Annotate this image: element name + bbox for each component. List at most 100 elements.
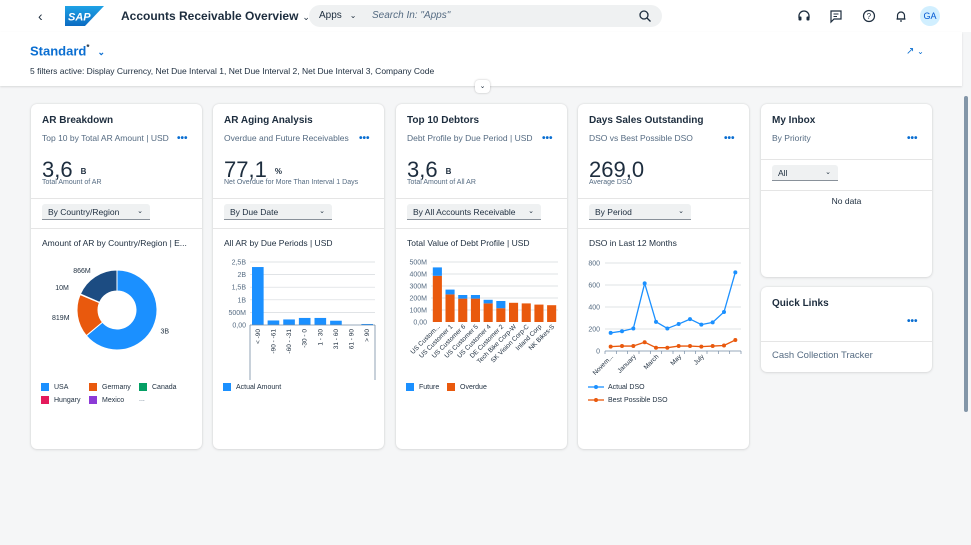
legend-item-actual-dso[interactable]: Actual DSO xyxy=(588,383,645,391)
point-best-possible-dso[interactable] xyxy=(654,345,658,350)
bar-overdue-tech-bike-corp-w[interactable] xyxy=(509,302,519,322)
point-actual-dso[interactable] xyxy=(620,329,624,334)
more-options-icon[interactable]: ••• xyxy=(907,133,918,144)
bar-future-us-customer-6[interactable] xyxy=(458,295,468,299)
point-actual-dso[interactable] xyxy=(733,270,738,275)
point-best-possible-dso[interactable] xyxy=(608,344,613,349)
help-icon[interactable]: ? xyxy=(861,8,877,24)
bar-overdue-sk-vision-corp-c[interactable] xyxy=(521,303,531,322)
point-actual-dso[interactable] xyxy=(699,322,704,327)
search-scope-select[interactable]: Apps ⌄ xyxy=(319,10,357,21)
bar-overdue-us-custom[interactable] xyxy=(432,275,442,322)
point-actual-dso[interactable] xyxy=(688,317,692,322)
bar-overdue-us-customer-5[interactable] xyxy=(470,298,480,322)
collapse-header-button[interactable]: ⌄ xyxy=(475,80,490,93)
feedback-icon[interactable] xyxy=(828,8,844,24)
donut-chart[interactable]: 3B 819M 10M 866M xyxy=(31,254,202,364)
point-actual-dso[interactable] xyxy=(608,330,613,335)
point-actual-dso[interactable] xyxy=(631,326,636,331)
bar-overdue-nk-bikes-s[interactable] xyxy=(547,305,557,322)
user-avatar[interactable]: GA xyxy=(920,6,940,26)
point-best-possible-dso[interactable] xyxy=(665,345,670,350)
bar-90-61[interactable] xyxy=(267,320,280,325)
legend-more[interactable]: ... xyxy=(139,396,145,403)
legend-item-mexico[interactable]: Mexico xyxy=(89,396,124,404)
bar-future-us-custom[interactable] xyxy=(432,267,442,276)
card-ar-breakdown[interactable]: AR Breakdown Top 10 by Total AR Amount |… xyxy=(31,104,202,449)
x-tick-label: Novem... xyxy=(592,353,615,376)
legend-label: Overdue xyxy=(460,383,487,391)
divider xyxy=(396,228,567,229)
quick-link-cash-collection-tracker[interactable]: Cash Collection Tracker xyxy=(772,350,873,361)
point-actual-dso[interactable] xyxy=(676,322,681,327)
point-best-possible-dso[interactable] xyxy=(620,344,624,349)
variant-management[interactable]: Standard* ⌄ xyxy=(30,43,105,58)
debtors-stacked-bar-chart[interactable]: 0,00100M200M300M400M500MUS Custom...US C… xyxy=(396,252,567,380)
legend-item-canada[interactable]: Canada xyxy=(139,383,177,391)
page-scrollbar[interactable] xyxy=(964,96,968,412)
point-actual-dso[interactable] xyxy=(665,326,670,331)
bar-future-us-customer-5[interactable] xyxy=(470,295,480,299)
more-options-icon[interactable]: ••• xyxy=(724,133,735,144)
more-options-icon[interactable]: ••• xyxy=(907,316,918,327)
bar-60-31[interactable] xyxy=(283,319,295,325)
point-actual-dso[interactable] xyxy=(642,281,647,286)
legend-item-actual-amount[interactable]: Actual Amount xyxy=(223,383,281,391)
line-best-possible-dso[interactable] xyxy=(610,339,736,349)
aging-bar-chart[interactable]: 0,00 500M 1B 1,5B 2B 2,5B < -90 -90 - -61 -60 - … xyxy=(213,252,384,380)
more-options-icon[interactable]: ••• xyxy=(359,133,370,144)
point-best-possible-dso[interactable] xyxy=(631,344,636,349)
bar-overdue-us-customer-1[interactable] xyxy=(445,294,455,322)
bar-90[interactable] xyxy=(252,267,264,325)
legend-item-usa[interactable]: USA xyxy=(41,383,68,391)
view-switch-select[interactable]: By All Accounts Receivable ⌄ xyxy=(407,204,541,220)
legend-item-best-possible-dso[interactable]: Best Possible DSO xyxy=(588,396,668,404)
point-best-possible-dso[interactable] xyxy=(676,344,681,349)
view-switch-select[interactable]: By Due Date ⌄ xyxy=(224,204,332,220)
view-switch-select[interactable]: By Period ⌄ xyxy=(589,204,691,220)
card-dso[interactable]: Days Sales Outstanding DSO vs Best Possi… xyxy=(578,104,749,449)
point-best-possible-dso[interactable] xyxy=(688,344,692,349)
bar-30-0[interactable] xyxy=(298,317,311,325)
bar-overdue-inland-corp[interactable] xyxy=(534,304,544,322)
bar-1-30[interactable] xyxy=(314,317,327,325)
legend-item-future[interactable]: Future xyxy=(406,383,439,391)
legend-item-overdue[interactable]: Overdue xyxy=(447,383,487,391)
card-top-debtors[interactable]: Top 10 Debtors Debt Profile by Due Perio… xyxy=(396,104,567,449)
point-actual-dso[interactable] xyxy=(722,309,726,314)
bar-31-60[interactable] xyxy=(330,320,342,325)
card-quick-links[interactable]: Quick Links ••• Cash Collection Tracker xyxy=(761,287,932,372)
search-input[interactable]: Search In: "Apps" xyxy=(372,10,450,21)
point-best-possible-dso[interactable] xyxy=(699,344,704,349)
more-options-icon[interactable]: ••• xyxy=(542,133,553,144)
point-best-possible-dso[interactable] xyxy=(722,343,726,348)
dso-line-chart[interactable]: 0 200 400 600 800 Novem... January March May July xyxy=(578,252,749,380)
bar-future-de-customer-2[interactable] xyxy=(496,301,506,309)
legend-item-hungary[interactable]: Hungary xyxy=(41,396,80,404)
bar-overdue-us-customer-6[interactable] xyxy=(458,298,468,322)
share-button[interactable]: ↗︎ ⌄ xyxy=(906,46,924,57)
back-button[interactable]: ‹ xyxy=(38,8,43,24)
card-my-inbox[interactable]: My Inbox By Priority ••• All ⌄ No data xyxy=(761,104,932,277)
view-switch-select[interactable]: By Country/Region ⌄ xyxy=(42,204,150,220)
point-best-possible-dso[interactable] xyxy=(733,338,738,342)
bar-future-us-customer-4[interactable] xyxy=(483,299,493,304)
sap-logo[interactable]: SAP xyxy=(65,6,104,26)
point-actual-dso[interactable] xyxy=(710,320,715,325)
line-actual-dso[interactable] xyxy=(610,272,736,334)
search-field[interactable]: Apps ⌄ Search In: "Apps" xyxy=(309,5,662,27)
app-title-menu[interactable]: Accounts Receivable Overview ⌄ xyxy=(121,9,310,23)
point-best-possible-dso[interactable] xyxy=(710,344,715,349)
legend-item-germany[interactable]: Germany xyxy=(89,383,131,391)
point-actual-dso[interactable] xyxy=(654,319,658,324)
notification-icon[interactable] xyxy=(893,8,909,24)
headset-icon[interactable] xyxy=(796,8,812,24)
bar-future-us-customer-1[interactable] xyxy=(445,289,455,295)
more-options-icon[interactable]: ••• xyxy=(177,133,188,144)
point-best-possible-dso[interactable] xyxy=(642,340,647,345)
bar-overdue-us-customer-4[interactable] xyxy=(483,303,493,322)
priority-select[interactable]: All ⌄ xyxy=(772,165,838,181)
card-ar-aging[interactable]: AR Aging Analysis Overdue and Future Rec… xyxy=(213,104,384,449)
bar-overdue-de-customer-2[interactable] xyxy=(496,308,506,322)
search-icon[interactable] xyxy=(638,9,652,23)
